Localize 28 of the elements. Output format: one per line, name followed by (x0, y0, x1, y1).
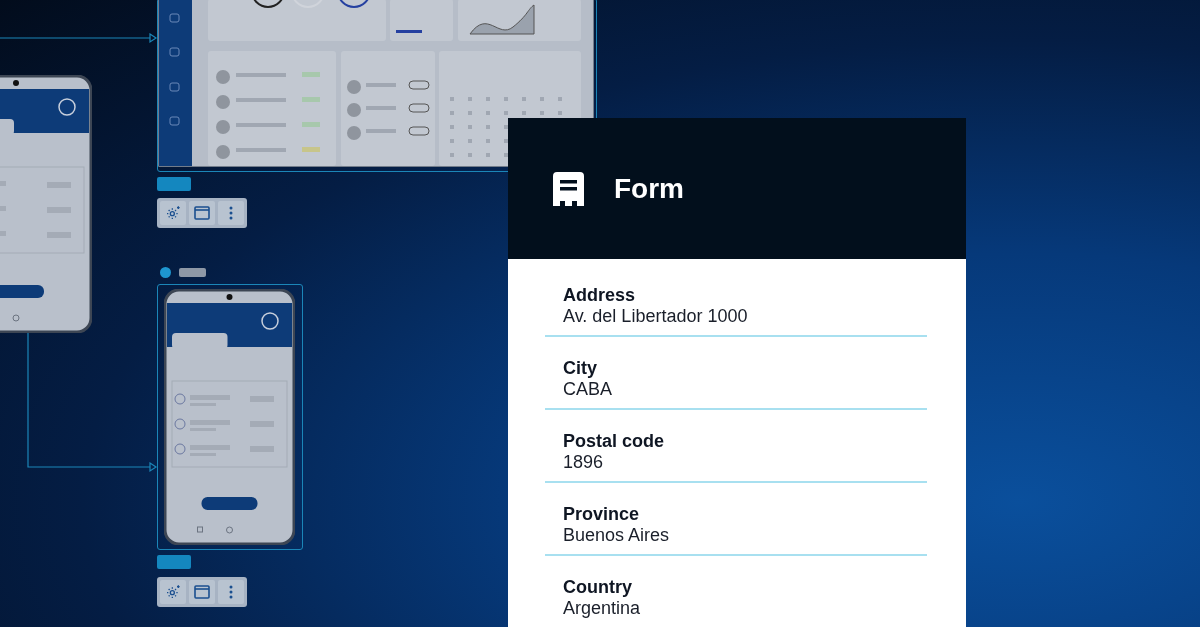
node-tag (179, 268, 206, 277)
field-value[interactable]: 1896 (563, 452, 927, 473)
field-value[interactable]: Av. del Libertador 1000 (563, 306, 927, 327)
field-label: Country (563, 577, 633, 598)
field-value[interactable]: Argentina (563, 598, 927, 619)
settings-button[interactable] (160, 580, 186, 604)
field-label: Province (563, 504, 641, 525)
field-label: City (563, 358, 598, 379)
field-value[interactable]: CABA (563, 379, 927, 400)
gear-icon (165, 584, 181, 600)
node-tag (157, 177, 191, 191)
form-title: Form (614, 172, 684, 205)
field-label: Postal code (563, 431, 666, 452)
more-icon (229, 585, 233, 599)
more-button[interactable] (218, 201, 244, 225)
settings-button[interactable] (160, 201, 186, 225)
field-value[interactable]: Buenos Aires (563, 525, 927, 546)
field-label: Address (563, 285, 637, 306)
gear-icon (165, 205, 181, 221)
form-icon (553, 171, 584, 206)
status-dot (160, 267, 171, 278)
preview-button[interactable] (189, 201, 215, 225)
more-button[interactable] (218, 580, 244, 604)
more-icon (229, 206, 233, 220)
window-icon (194, 585, 210, 599)
preview-button[interactable] (189, 580, 215, 604)
window-icon (194, 206, 210, 220)
node-tag (157, 555, 191, 569)
